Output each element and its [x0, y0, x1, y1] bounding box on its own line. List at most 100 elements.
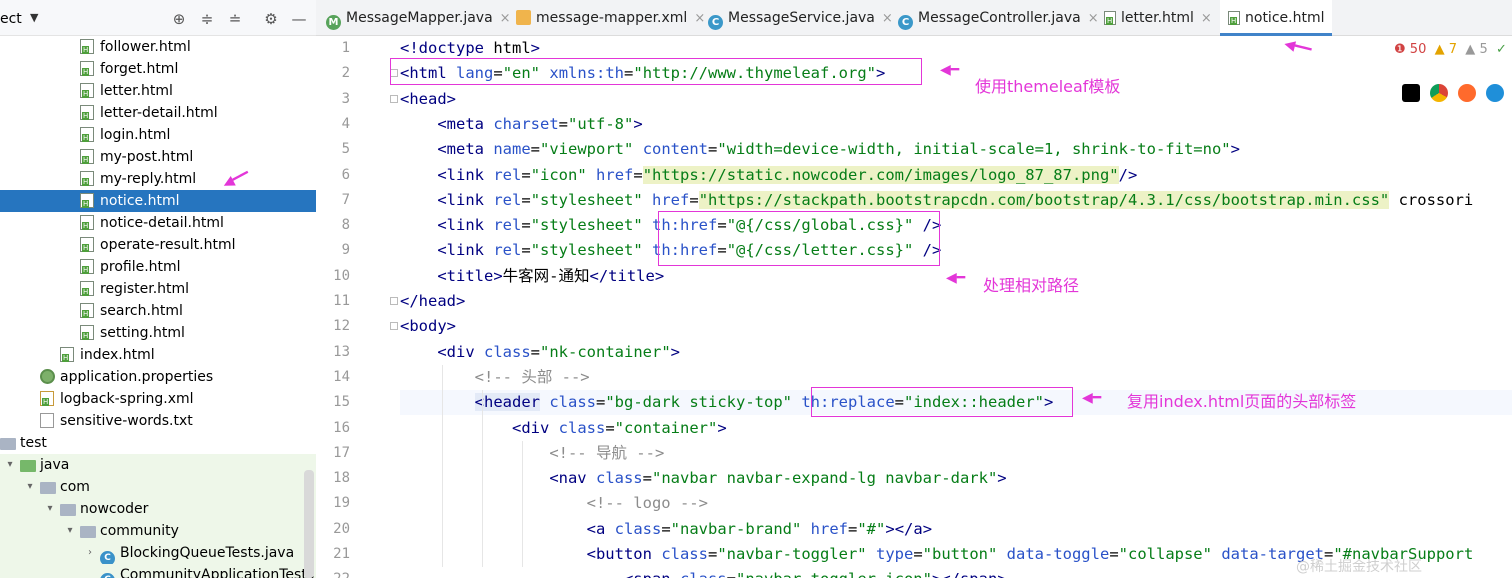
- close-icon[interactable]: ×: [882, 1, 893, 37]
- tree-item[interactable]: ▾ community: [0, 520, 316, 542]
- project-view-dropdown-icon[interactable]: ▼: [30, 11, 38, 24]
- close-icon[interactable]: ×: [500, 1, 511, 37]
- line-number: 1: [341, 40, 350, 56]
- code-line[interactable]: <link rel="stylesheet" th:href="@{/css/l…: [400, 238, 1512, 263]
- intellij-browser-icon[interactable]: [1402, 84, 1420, 102]
- code-line[interactable]: <link rel="stylesheet" th:href="@{/css/g…: [400, 213, 1512, 238]
- code-line[interactable]: <link rel="stylesheet" href="https://sta…: [400, 188, 1512, 213]
- code-line[interactable]: <body>: [400, 314, 1512, 339]
- code-line[interactable]: <link rel="icon" href="https://static.no…: [400, 163, 1512, 188]
- collapse-all-icon[interactable]: ≐: [226, 10, 244, 28]
- tree-item[interactable]: register.html: [0, 278, 316, 300]
- locate-icon[interactable]: ⊕: [170, 10, 188, 28]
- edge-icon[interactable]: [1486, 84, 1504, 102]
- tree-item[interactable]: ▾ java: [0, 454, 316, 476]
- line-number: 16: [333, 419, 350, 436]
- editor-tab[interactable]: C MessageService.java ×: [708, 0, 893, 36]
- expand-arrow-icon[interactable]: ›: [84, 542, 96, 564]
- tree-item[interactable]: forget.html: [0, 58, 316, 80]
- code-line[interactable]: <html lang="en" xmlns:th="http://www.thy…: [400, 61, 1512, 86]
- chrome-icon[interactable]: [1430, 84, 1448, 102]
- code-line[interactable]: <meta charset="utf-8">: [400, 112, 1512, 137]
- tree-item-label: follower.html: [100, 39, 191, 55]
- tree-item[interactable]: login.html: [0, 124, 316, 146]
- xml-file-icon: [40, 391, 56, 407]
- tree-item[interactable]: notice.html: [0, 190, 316, 212]
- html-file-icon: [80, 127, 96, 143]
- editor-tab[interactable]: notice.html: [1220, 0, 1333, 36]
- tree-item[interactable]: C CommunityApplicationTests: [0, 564, 316, 578]
- line-number: 4: [341, 115, 350, 132]
- tree-item[interactable]: ▾ nowcoder: [0, 498, 316, 520]
- line-number: 13: [333, 343, 350, 360]
- code-line[interactable]: <div class="nk-container">: [400, 340, 1512, 365]
- sidebar-scrollbar[interactable]: [304, 470, 314, 578]
- code-line[interactable]: <div class="container">: [400, 416, 1512, 441]
- code-view[interactable]: <!doctype html> <html lang="en" xmlns:th=…: [400, 36, 1512, 578]
- code-line[interactable]: <span class="navbar-toggler-icon"></span…: [400, 567, 1512, 578]
- tree-item[interactable]: notice-detail.html: [0, 212, 316, 234]
- tree-item[interactable]: letter.html: [0, 80, 316, 102]
- project-title[interactable]: ect: [0, 11, 22, 27]
- tree-item[interactable]: my-reply.html: [0, 168, 316, 190]
- code-line[interactable]: <nav class="navbar navbar-expand-lg navb…: [400, 466, 1512, 491]
- code-line[interactable]: <title>牛客网-通知</title>: [400, 264, 1512, 289]
- editor-tab[interactable]: C MessageController.java ×: [898, 0, 1099, 36]
- html-file-icon: [80, 215, 96, 231]
- expand-arrow-icon[interactable]: ▾: [4, 454, 16, 476]
- tree-item[interactable]: application.properties: [0, 366, 316, 388]
- tree-item[interactable]: test: [0, 432, 316, 454]
- hide-icon[interactable]: —: [290, 10, 308, 28]
- code-line[interactable]: <button class="navbar-toggler" type="but…: [400, 542, 1512, 567]
- firefox-icon[interactable]: [1458, 84, 1476, 102]
- tree-item[interactable]: setting.html: [0, 322, 316, 344]
- close-icon[interactable]: ×: [694, 1, 705, 37]
- tree-item-label: forget.html: [100, 61, 179, 77]
- code-line[interactable]: <!doctype html>: [400, 36, 1512, 61]
- code-line[interactable]: </head>: [400, 289, 1512, 314]
- editor-area: M MessageMapper.java × message-mapper.xml × C…: [316, 0, 1512, 578]
- tree-item[interactable]: my-post.html: [0, 146, 316, 168]
- fold-marker-icon[interactable]: [390, 322, 398, 331]
- inspection-widget[interactable]: ❶ 50 ▲ 7 ▲ 5 ✓: [1394, 42, 1507, 57]
- tree-item[interactable]: operate-result.html: [0, 234, 316, 256]
- code-line[interactable]: <header class="bg-dark sticky-top" th:re…: [400, 390, 1512, 416]
- tree-item[interactable]: ▾ com: [0, 476, 316, 498]
- tree-item[interactable]: › C BlockingQueueTests.java: [0, 542, 316, 566]
- tree-item-label: logback-spring.xml: [60, 391, 194, 407]
- code-line[interactable]: <a class="navbar-brand" href="#"></a>: [400, 517, 1512, 542]
- tree-item[interactable]: sensitive-words.txt: [0, 410, 316, 432]
- close-icon[interactable]: ×: [1088, 1, 1099, 37]
- fold-marker-icon[interactable]: [390, 94, 398, 103]
- check-icon: ✓: [1495, 42, 1507, 57]
- tree-item[interactable]: letter-detail.html: [0, 102, 316, 124]
- code-line[interactable]: <meta name="viewport" content="width=dev…: [400, 137, 1512, 162]
- expand-all-icon[interactable]: ≑: [198, 10, 216, 28]
- tab-label: MessageService.java: [728, 10, 875, 26]
- editor-tab[interactable]: letter.html ×: [1104, 0, 1212, 36]
- gear-icon[interactable]: ⚙: [262, 10, 280, 28]
- tree-item[interactable]: follower.html: [0, 36, 316, 58]
- html-file-icon: [80, 61, 96, 77]
- fold-marker-icon[interactable]: [390, 297, 398, 305]
- expand-arrow-icon[interactable]: ▾: [64, 520, 76, 542]
- tree-item[interactable]: index.html: [0, 344, 316, 366]
- weak-warning-count: 5: [1479, 42, 1488, 57]
- tree-item[interactable]: profile.html: [0, 256, 316, 278]
- close-icon[interactable]: ×: [1201, 1, 1212, 37]
- code-line[interactable]: <!-- 导航 -->: [400, 441, 1512, 466]
- code-line[interactable]: <!-- 头部 -->: [400, 365, 1512, 390]
- expand-arrow-icon[interactable]: ▾: [24, 476, 36, 498]
- code-line[interactable]: <head>: [400, 87, 1512, 112]
- code-line[interactable]: <!-- logo -->: [400, 491, 1512, 516]
- html-file-icon: [80, 193, 96, 209]
- editor-tab[interactable]: M MessageMapper.java ×: [326, 0, 511, 36]
- tree-item[interactable]: search.html: [0, 300, 316, 322]
- tree-item-label: sensitive-words.txt: [60, 413, 193, 429]
- fold-marker-icon[interactable]: [390, 69, 398, 78]
- editor-tab[interactable]: message-mapper.xml ×: [516, 0, 705, 36]
- line-number-gutter: 12345678910111213141516171819202122: [316, 36, 421, 578]
- expand-arrow-icon[interactable]: ▾: [44, 498, 56, 520]
- tab-label: letter.html: [1121, 10, 1194, 26]
- tree-item[interactable]: logback-spring.xml: [0, 388, 316, 410]
